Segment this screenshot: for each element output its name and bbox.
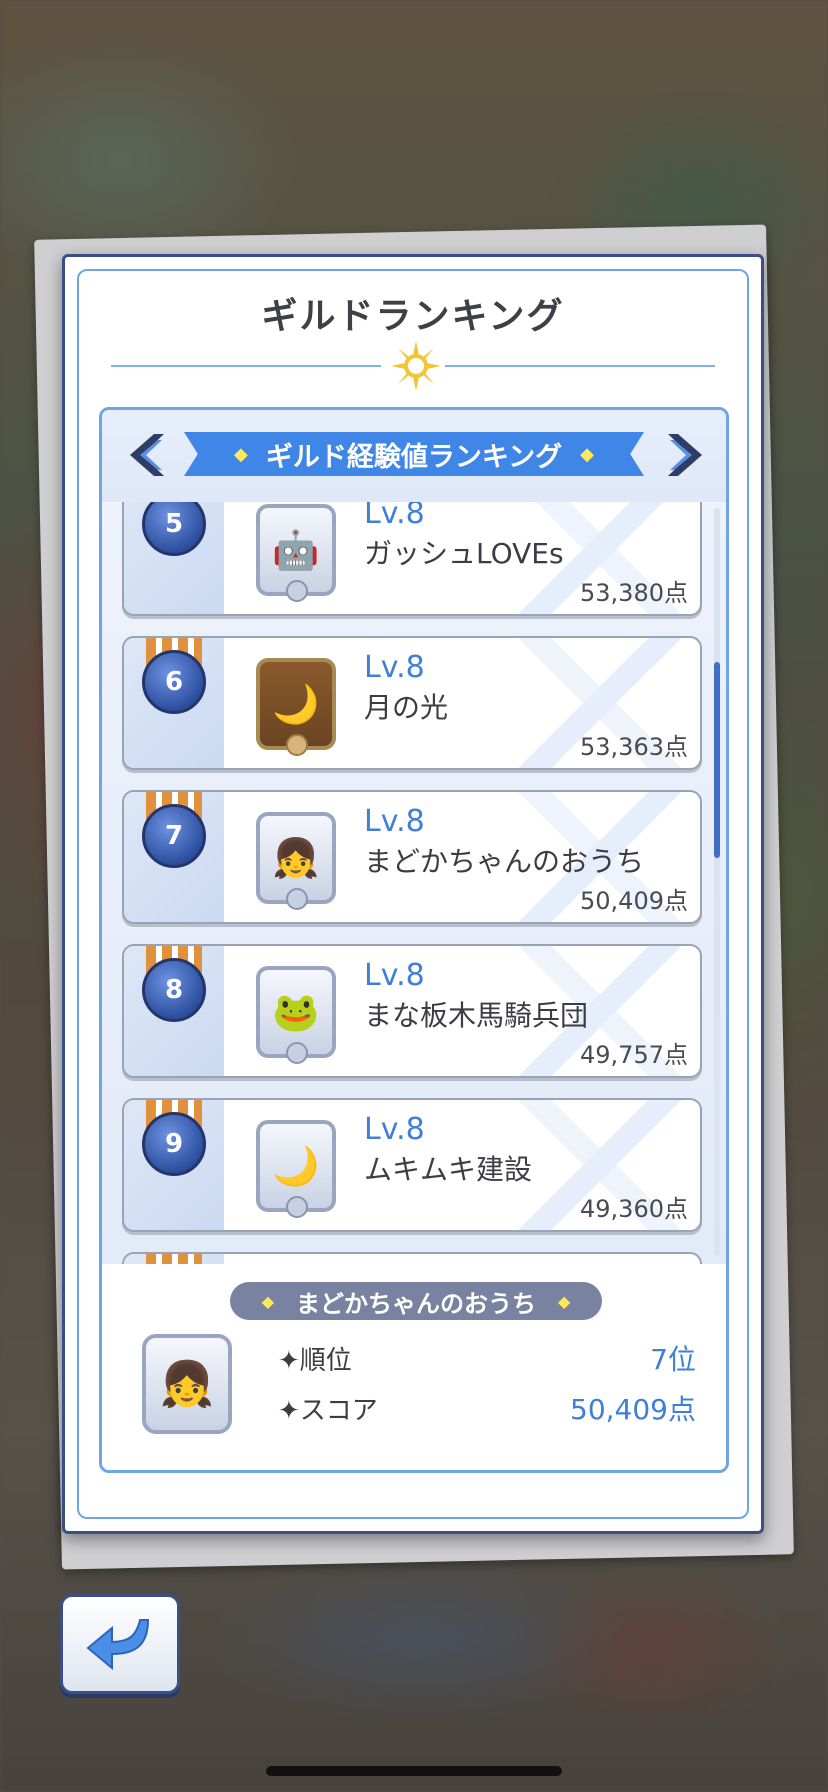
own-rank-label: ✦順位 [278,1346,352,1376]
title-divider-right [445,365,715,367]
guild-score: 49,757点 [580,1041,688,1069]
rank-number: 9 [142,1112,206,1176]
own-guild-name: まどかちゃんのおうち [296,1289,536,1318]
ranking-category-label: ギルド経験値ランキング [265,441,563,473]
guild-name: ガッシュLOVEs [364,537,564,570]
rank-medal: 9 [138,1100,210,1208]
guild-name: 月の光 [364,691,449,724]
rank-medal: 8 [138,946,210,1054]
moon-emblem-icon: 🌙 [256,1120,336,1218]
rank-medal: 7 [138,792,210,900]
ranking-row-partial[interactable] [122,1252,702,1264]
girl-emblem-icon: 👧 [256,812,336,910]
ranking-category-banner: ◆ ギルド経験値ランキング ◆ [184,432,644,476]
sun-ornament-icon [391,341,441,391]
scrollbar-track[interactable] [714,508,720,1256]
ranking-panel: ◆ ギルド経験値ランキング ◆ 5 🤖 Lv.8 ガッシュLOVEs 53,38… [99,407,729,1473]
banner-star-icon: ◆ [234,443,248,465]
medal-ribbon [146,1254,202,1264]
ranking-list[interactable]: 5 🤖 Lv.8 ガッシュLOVEs 53,380点 6 🌙 Lv.8 月の光 … [102,502,726,1264]
ranking-row[interactable]: 6 🌙 Lv.8 月の光 53,363点 [122,636,702,770]
guild-level: Lv.8 [364,958,425,993]
rank-medal: 6 [138,638,210,746]
guild-level: Lv.8 [364,502,425,531]
guild-name: ムキムキ建設 [364,1153,533,1186]
guild-score: 53,380点 [580,579,688,607]
back-button[interactable] [60,1594,180,1694]
next-category-arrow-icon[interactable] [662,430,708,480]
ranking-row[interactable]: 7 👧 Lv.8 まどかちゃんのおうち 50,409点 [122,790,702,924]
title-divider-left [111,365,381,367]
guild-level: Lv.8 [364,650,425,685]
home-indicator[interactable] [266,1766,562,1776]
own-guild-name-pill: ◆ まどかちゃんのおうち ◆ [230,1282,602,1320]
robot-emblem-icon: 🤖 [256,504,336,602]
own-rank-value: 7位 [650,1343,696,1376]
moon-emblem-icon: 🌙 [256,658,336,756]
guild-score: 53,363点 [580,733,688,761]
prev-category-arrow-icon[interactable] [124,430,170,480]
guild-level: Lv.8 [364,804,425,839]
rank-number: 5 [142,502,206,556]
guild-level: Lv.8 [364,1112,425,1147]
guild-ranking-dialog: ギルドランキング ◆ ギルド経験値ランキング ◆ 5 🤖 Lv.8 ガッシュLO… [62,254,764,1534]
guild-name: まな板木馬騎兵団 [364,999,589,1032]
rank-number: 8 [142,958,206,1022]
return-arrow-icon [86,1619,150,1671]
girl-emblem-icon: 👧 [142,1334,232,1434]
own-score-label: ✦スコア [278,1396,378,1426]
ranking-header: ◆ ギルド経験値ランキング ◆ [102,410,726,502]
rank-medal: 5 [138,502,210,588]
pill-star-icon: ◆ [261,1291,274,1311]
guild-score: 49,360点 [580,1195,688,1223]
pill-star-icon: ◆ [558,1291,571,1311]
rank-number: 6 [142,650,206,714]
ranking-row[interactable]: 8 🐸 Lv.8 まな板木馬騎兵団 49,757点 [122,944,702,1078]
own-score-value: 50,409点 [570,1393,696,1426]
frog-emblem-icon: 🐸 [256,966,336,1064]
own-guild-summary: ◆ まどかちゃんのおうち ◆ 👧 ✦順位 7位 ✦スコア 50,409点 [102,1264,726,1470]
dialog-title: ギルドランキング [261,296,565,337]
rank-number: 7 [142,804,206,868]
guild-score: 50,409点 [580,887,688,915]
banner-star-icon: ◆ [580,443,594,465]
ranking-row[interactable]: 9 🌙 Lv.8 ムキムキ建設 49,360点 [122,1098,702,1232]
ranking-row[interactable]: 5 🤖 Lv.8 ガッシュLOVEs 53,380点 [122,502,702,616]
guild-name: まどかちゃんのおうち [364,845,645,878]
rank-medal [138,1254,210,1264]
scrollbar-thumb[interactable] [714,662,720,858]
